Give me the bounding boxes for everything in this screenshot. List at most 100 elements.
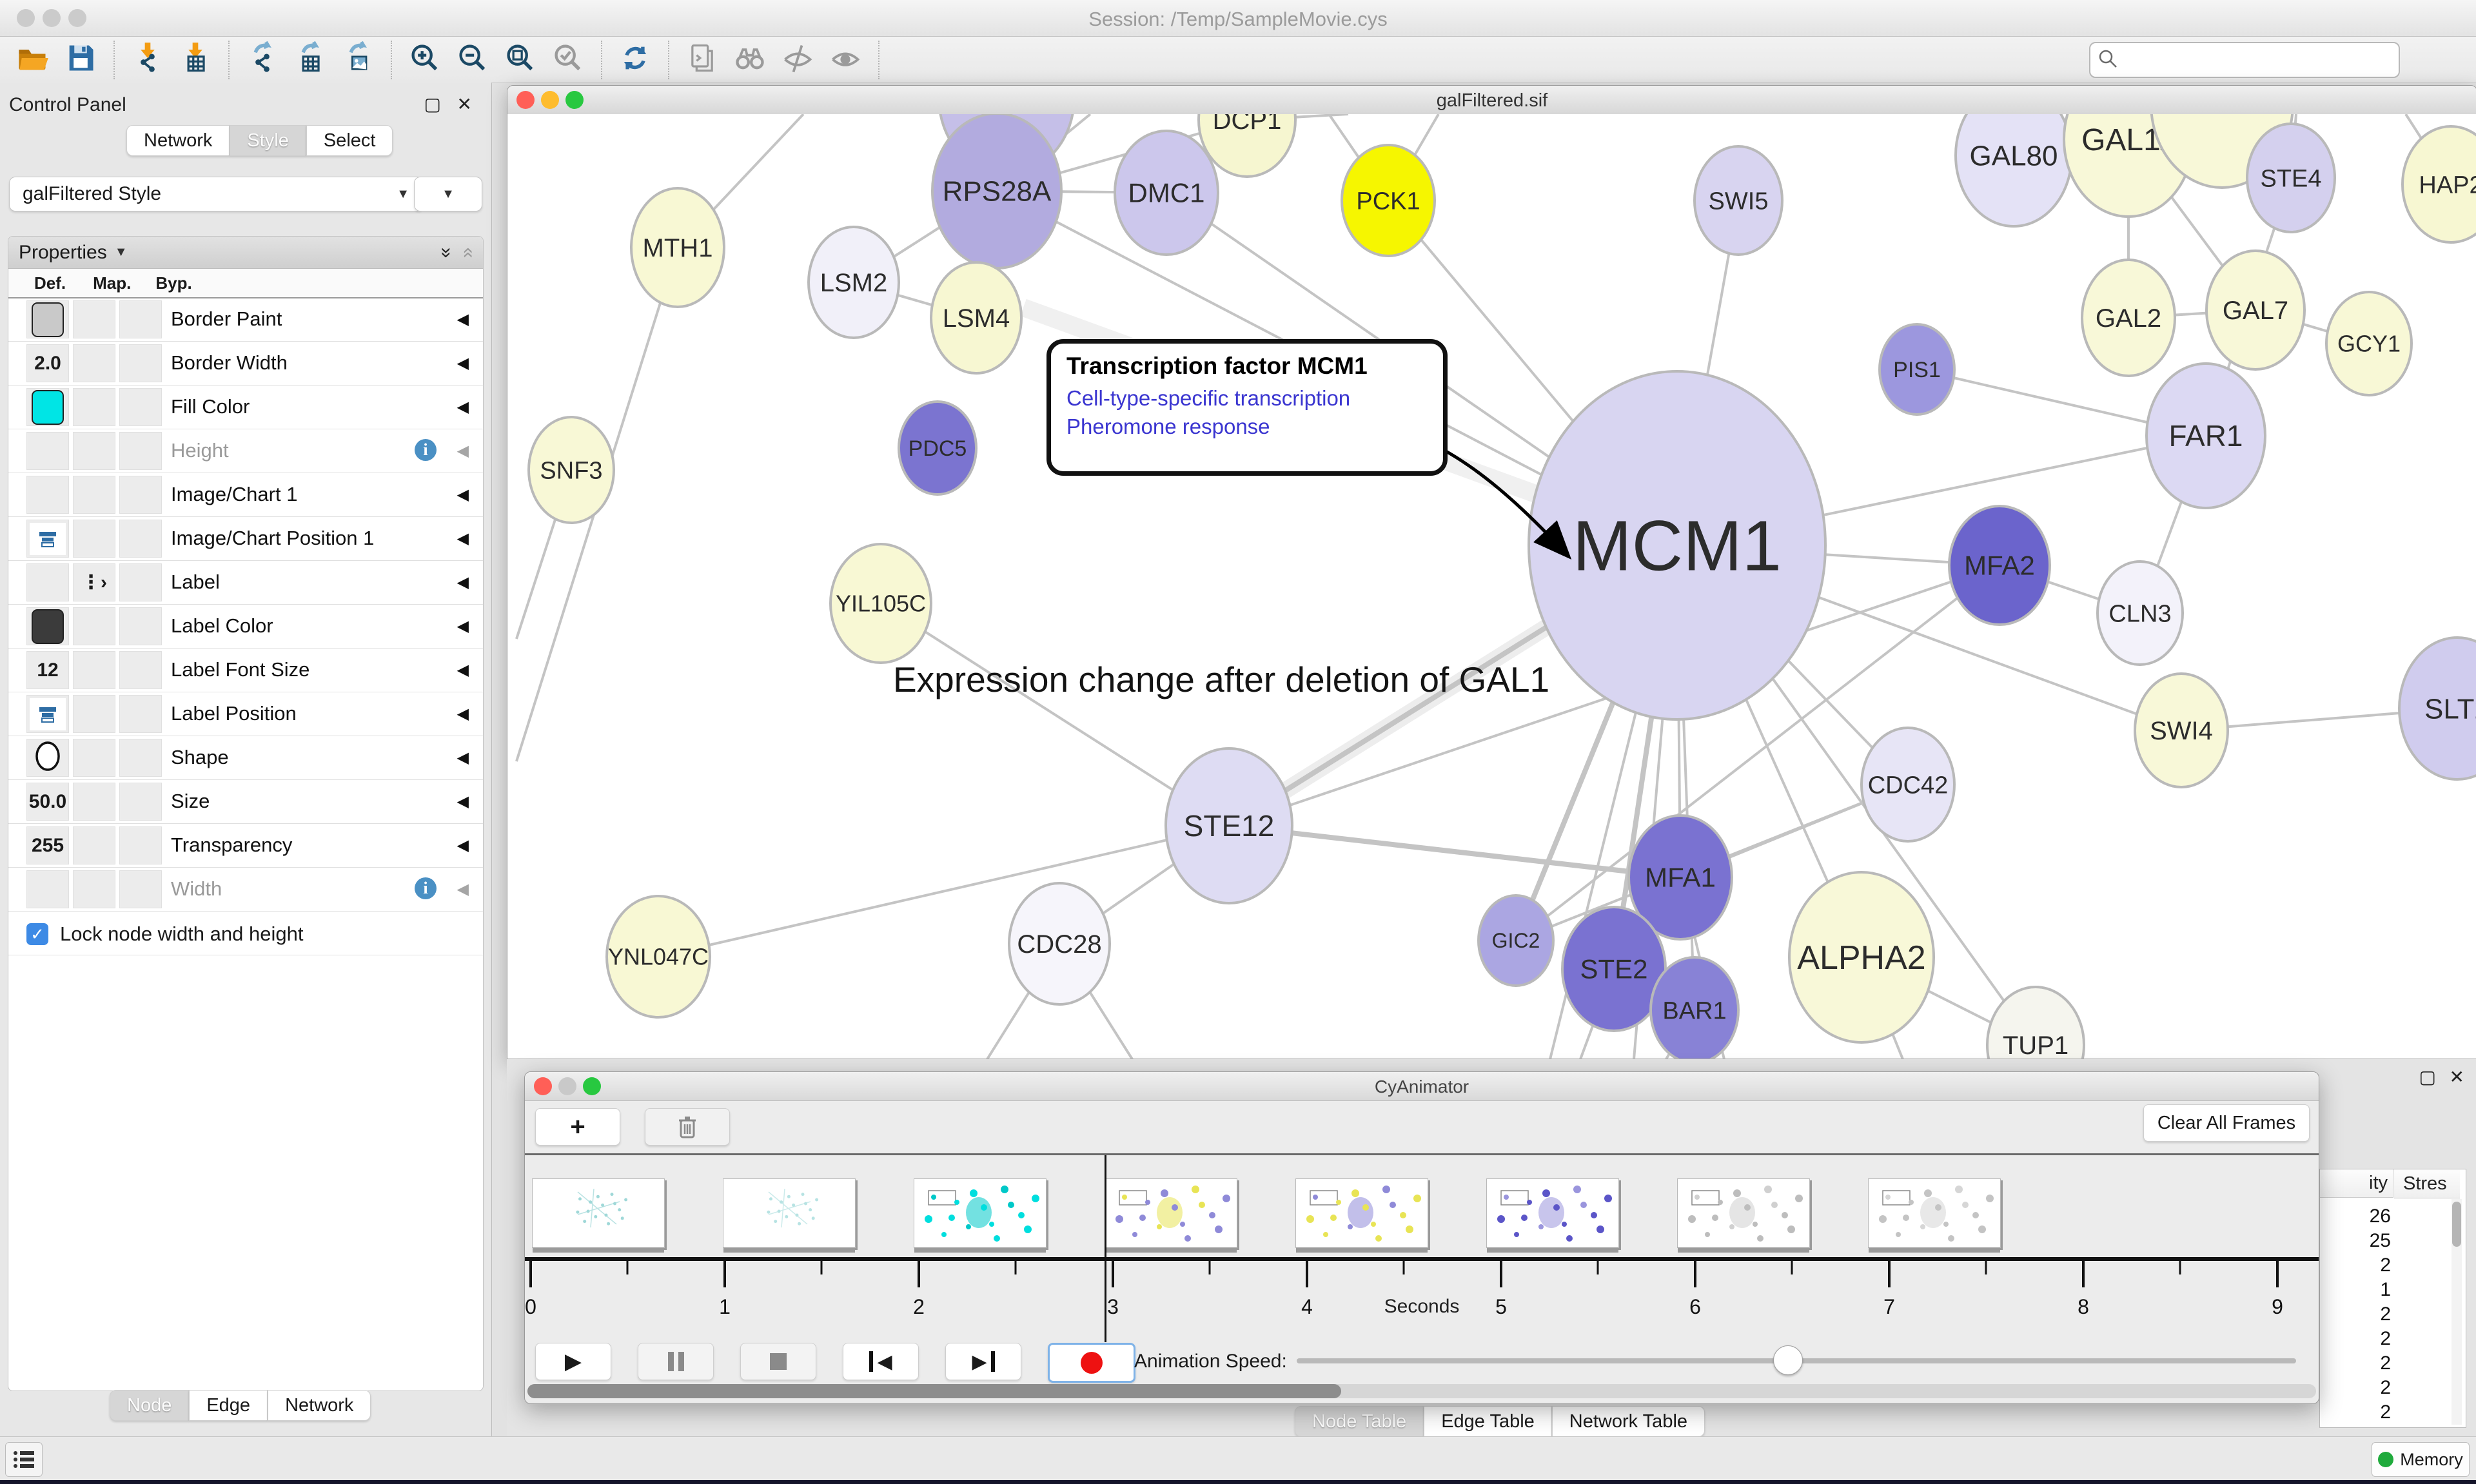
network-node-DMC1[interactable]: DMC1	[1115, 131, 1218, 255]
network-node-MFA2[interactable]: MFA2	[1949, 506, 2050, 625]
mapping-icon[interactable]: ⋮›	[81, 571, 107, 594]
network-node-YIL105C[interactable]: YIL105C	[830, 544, 931, 663]
tab-select[interactable]: Select	[306, 125, 393, 156]
property-row-image-chart-position-1[interactable]: Image/Chart Position 1◀	[8, 516, 483, 561]
tab-network[interactable]: Network	[126, 125, 230, 156]
clipboard-button[interactable]	[678, 41, 726, 79]
network-node-CDC42[interactable]: CDC42	[1862, 728, 1954, 841]
property-row-label-color[interactable]: Label Color◀	[8, 604, 483, 649]
import-table-button[interactable]	[172, 41, 219, 79]
position-icon[interactable]	[30, 698, 66, 730]
expand-arrow-icon[interactable]: ◀	[457, 705, 469, 723]
network-node-SLT2[interactable]: SLT2	[2399, 638, 2476, 779]
tab-edge-table[interactable]: Edge Table	[1424, 1406, 1552, 1437]
expand-arrow-icon[interactable]: ◀	[457, 661, 469, 679]
annotation-link[interactable]: Pheromone response	[1066, 415, 1428, 439]
annotation-link[interactable]: Cell-type-specific transcription	[1066, 386, 1428, 411]
property-row-label[interactable]: ⋮›Label◀	[8, 560, 483, 605]
network-window-titlebar[interactable]: galFiltered.sif	[507, 86, 2476, 115]
add-frame-button[interactable]: +	[535, 1108, 620, 1146]
network-node-PIS1[interactable]: PIS1	[1880, 324, 1954, 415]
clear-all-frames-button[interactable]: Clear All Frames	[2143, 1104, 2310, 1142]
property-row-label-position[interactable]: Label Position◀	[8, 692, 483, 736]
network-node-SWI4[interactable]: SWI4	[2135, 674, 2228, 787]
expand-arrow-icon[interactable]: ◀	[457, 442, 469, 460]
search-field[interactable]	[2089, 42, 2400, 78]
table-cell[interactable]: 2	[2320, 1401, 2391, 1423]
open-folder-button[interactable]	[9, 41, 57, 79]
expand-arrow-icon[interactable]: ◀	[457, 310, 469, 329]
table-column-header[interactable]: ity	[2320, 1169, 2393, 1198]
lock-node-size-row[interactable]: ✓ Lock node width and height	[8, 913, 483, 955]
network-node-ALPHA2[interactable]: ALPHA2	[1789, 872, 1934, 1042]
export-table-button[interactable]	[286, 41, 334, 79]
tab-network[interactable]: Network	[268, 1390, 371, 1421]
show-panels-button[interactable]	[5, 1442, 43, 1477]
eye-off-button[interactable]	[774, 41, 821, 79]
network-node-CLN3[interactable]: CLN3	[2098, 561, 2183, 665]
network-node-GIC2[interactable]: GIC2	[1479, 895, 1553, 986]
properties-header[interactable]: Properties ▼ » »	[8, 237, 483, 269]
network-canvas[interactable]: RPS28ADMC1DCP1PCK1SWI5GAL80GAL11STE4HAP2…	[507, 114, 2476, 1059]
default-value[interactable]: 255	[32, 835, 64, 857]
property-row-border-paint[interactable]: Border Paint◀	[8, 297, 483, 342]
network-node-HAP2[interactable]: HAP2	[2402, 126, 2476, 242]
cyanimator-titlebar[interactable]: CyAnimator	[525, 1072, 2319, 1101]
table-cell[interactable]: 1	[2320, 1279, 2391, 1301]
network-node-RPS28A[interactable]: RPS28A	[932, 114, 1061, 268]
expand-arrow-icon[interactable]: ◀	[457, 748, 469, 767]
style-options-button[interactable]: ▼	[414, 177, 482, 211]
delete-frame-button[interactable]	[645, 1108, 730, 1146]
pause-button[interactable]	[638, 1343, 714, 1380]
import-network-button[interactable]	[124, 41, 172, 79]
annotation-box[interactable]: Transcription factor MCM1 Cell-type-spec…	[1046, 339, 1448, 476]
property-row-label-font-size[interactable]: 12Label Font Size◀	[8, 648, 483, 692]
default-value[interactable]: 12	[37, 659, 58, 681]
tab-edge[interactable]: Edge	[189, 1390, 268, 1421]
property-row-transparency[interactable]: 255Transparency◀	[8, 823, 483, 868]
table-cell[interactable]: 26	[2320, 1206, 2391, 1227]
color-swatch[interactable]	[32, 390, 64, 425]
export-image-button[interactable]	[334, 41, 382, 79]
expand-arrow-icon[interactable]: ◀	[457, 880, 469, 899]
skip-to-start-button[interactable]: ◀	[843, 1343, 919, 1380]
default-value[interactable]: 2.0	[34, 353, 61, 375]
save-button[interactable]	[57, 41, 104, 79]
position-icon[interactable]	[30, 523, 66, 555]
skip-to-end-button[interactable]: ▶	[945, 1343, 1021, 1380]
table-column-header[interactable]: Stres	[2394, 1169, 2460, 1198]
expand-arrow-icon[interactable]: ◀	[457, 792, 469, 811]
table-scrollbar[interactable]	[2451, 1199, 2462, 1425]
export-network-button[interactable]	[239, 41, 286, 79]
network-node-PDC5[interactable]: PDC5	[899, 402, 976, 494]
tab-network-table[interactable]: Network Table	[1552, 1406, 1705, 1437]
zoom-in-button[interactable]	[401, 41, 449, 79]
property-row-size[interactable]: 50.0Size◀	[8, 779, 483, 824]
float-panel-icon[interactable]: ▢	[2419, 1068, 2436, 1086]
network-node-SWI5[interactable]: SWI5	[1695, 146, 1782, 255]
property-row-border-width[interactable]: 2.0Border Width◀	[8, 341, 483, 386]
zoom-fit-button[interactable]	[496, 41, 544, 79]
scrollbar-thumb[interactable]	[527, 1384, 1341, 1398]
ellipse-shape-icon[interactable]	[34, 740, 62, 776]
play-button[interactable]: ▶	[535, 1343, 611, 1380]
network-node-LSM4[interactable]: LSM4	[931, 262, 1021, 373]
network-node-STE12[interactable]: STE12	[1166, 748, 1292, 903]
table-cell[interactable]: 2	[2320, 1255, 2391, 1276]
tab-node[interactable]: Node	[110, 1390, 189, 1421]
default-value[interactable]: 50.0	[29, 791, 66, 813]
network-node-FAR1[interactable]: FAR1	[2147, 364, 2265, 508]
network-node-GAL80[interactable]: GAL80	[1956, 114, 2072, 226]
search-input[interactable]	[2125, 49, 2399, 71]
network-node-MCM1[interactable]: MCM1	[1529, 371, 1825, 719]
network-node-MTH1[interactable]: MTH1	[631, 188, 724, 307]
network-node-LSM2[interactable]: LSM2	[809, 227, 899, 338]
network-node-GAL2[interactable]: GAL2	[2082, 260, 2175, 376]
expand-arrow-icon[interactable]: ◀	[457, 398, 469, 416]
style-selector[interactable]: galFiltered Style ▼	[9, 177, 423, 211]
property-row-width[interactable]: Widthi◀	[8, 867, 483, 912]
refresh-button[interactable]	[611, 41, 659, 79]
tab-node-table[interactable]: Node Table	[1295, 1406, 1424, 1437]
table-cell[interactable]: 2	[2320, 1377, 2391, 1399]
timeline[interactable]: 0123456789 Seconds	[525, 1155, 2319, 1329]
